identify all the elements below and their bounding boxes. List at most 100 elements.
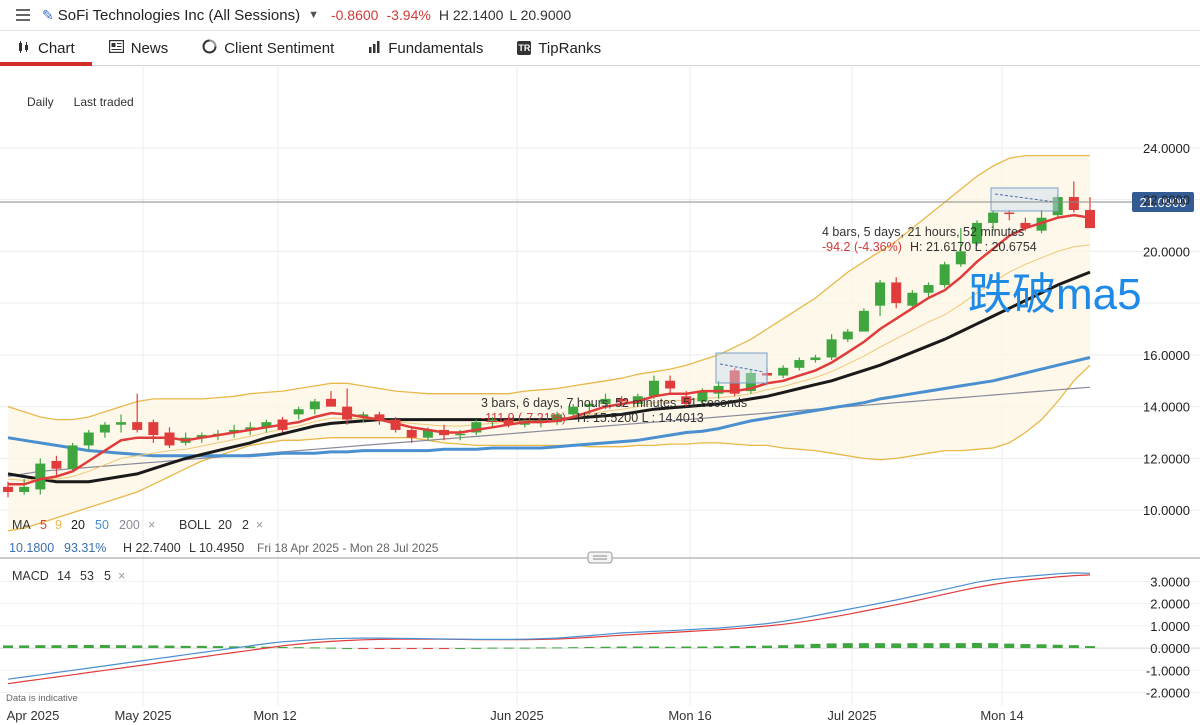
close-boll-icon[interactable]: × <box>256 518 263 532</box>
candle-body <box>842 331 853 340</box>
histogram-bar <box>406 648 417 650</box>
menu-icon[interactable] <box>16 6 30 24</box>
price-axis-tick: 16.0000 <box>1143 348 1190 363</box>
price-change: -0.8600 <box>330 7 379 23</box>
measure-2-duration: 4 bars, 5 days, 21 hours, 52 minutes <box>822 225 1024 239</box>
tab-news[interactable]: News <box>92 31 186 65</box>
macd-axis-tick: -1.0000 <box>1146 663 1190 678</box>
histogram-bar <box>390 648 401 650</box>
ma20-period[interactable]: 20 <box>71 518 85 532</box>
tab-client-sentiment[interactable]: Client Sentiment <box>185 31 351 65</box>
candle-body <box>325 398 336 407</box>
pane-resize-handle[interactable] <box>587 551 613 564</box>
macd-axis: 3.0000 2.0000 1.0000 0.0000 -1.0000 -2.0000 <box>1146 574 1190 700</box>
histogram-bar <box>2 645 14 649</box>
time-axis-tick: Jun 2025 <box>490 708 544 723</box>
candle-body <box>2 486 14 493</box>
histogram-bar <box>891 643 902 649</box>
histogram-bar <box>939 643 950 649</box>
boll-label: BOLL <box>179 518 211 532</box>
histogram-bar <box>762 645 773 649</box>
candle-body <box>713 385 724 394</box>
time-axis-tick: Mon 16 <box>668 708 711 723</box>
candle-body <box>988 212 999 223</box>
time-axis-tick: Apr 2025 <box>7 708 60 723</box>
boll-period[interactable]: 20 <box>218 518 232 532</box>
measure-1-range: H: 15.5200 L : 14.4013 <box>577 411 704 425</box>
histogram-bar <box>988 643 999 649</box>
price-chart[interactable]: 21.0900 24.000022.000020.000016.000014.0… <box>0 66 1200 725</box>
histogram-bar <box>342 648 353 650</box>
close-macd-icon[interactable]: × <box>118 569 125 583</box>
ma5-period[interactable]: 5 <box>40 518 47 532</box>
price-axis-tick: 12.0000 <box>1143 451 1190 466</box>
histogram-bar <box>51 645 62 649</box>
histogram-bar <box>745 645 756 649</box>
candle-body <box>939 264 950 286</box>
measure-2-range: H: 21.6170 L : 20.6754 <box>910 240 1037 254</box>
candle-body <box>810 357 821 361</box>
histogram-bar <box>971 642 982 649</box>
macd-slow[interactable]: 53 <box>80 569 94 583</box>
tab-tipranks[interactable]: TR TipRanks <box>500 31 618 65</box>
tab-label: TipRanks <box>538 39 602 57</box>
tab-fundamentals[interactable]: Fundamentals <box>351 31 500 65</box>
candle-body <box>794 360 805 368</box>
macd-axis-tick: 1.0000 <box>1150 619 1190 634</box>
candle <box>35 458 46 495</box>
instrument-bar: ✎ SoFi Technologies Inc (All Sessions) ▼… <box>0 0 1200 31</box>
candle-body <box>1004 212 1015 215</box>
price-axis-tick: 24.0000 <box>1143 141 1190 156</box>
indicator-legend: MA 5 9 20 50 200 × BOLL 20 2 × 10.1800 9… <box>9 518 439 555</box>
histogram-bar <box>697 646 708 649</box>
candle-body <box>826 339 837 358</box>
chevron-down-icon[interactable]: ▼ <box>308 9 319 21</box>
candle-body <box>293 409 304 415</box>
tab-chart[interactable]: Chart <box>0 31 92 66</box>
candle-body <box>907 292 918 306</box>
price-axis-tick: 10.0000 <box>1143 503 1190 518</box>
candle-body <box>923 285 934 293</box>
macd-fast[interactable]: 14 <box>57 569 71 583</box>
histogram-bar <box>116 645 127 649</box>
histogram-bar <box>584 646 595 649</box>
candle-body <box>406 429 417 438</box>
candle-body <box>648 380 659 397</box>
histogram-bar <box>148 645 159 649</box>
candle-body <box>19 486 30 493</box>
measure-2-change: -94.2 (-4.36%) <box>822 240 902 254</box>
histogram-bar <box>778 645 789 649</box>
ma50-period[interactable]: 50 <box>95 518 109 532</box>
histogram-bar <box>535 647 546 649</box>
ma9-period[interactable]: 9 <box>55 518 62 532</box>
candle-body <box>35 463 46 490</box>
macd-signal[interactable]: 5 <box>104 569 111 583</box>
price-axis-tick: 14.0000 <box>1143 400 1190 415</box>
measure-box-2[interactable] <box>990 187 1059 212</box>
histogram-bar <box>503 647 514 649</box>
instrument-title[interactable]: SoFi Technologies Inc (All Sessions) <box>58 7 300 24</box>
histogram-bar <box>858 643 869 649</box>
histogram-bar <box>1052 644 1063 649</box>
macd-axis-tick: -2.0000 <box>1146 686 1190 701</box>
histogram-bar <box>955 643 966 649</box>
price-axis-tick: 20.0000 <box>1143 244 1190 259</box>
histogram-bar <box>729 646 740 649</box>
histogram-bar <box>277 646 288 649</box>
histogram-bar <box>826 643 837 649</box>
session-high: H 22.1400 <box>438 7 504 23</box>
histogram-bar <box>99 644 110 649</box>
boll-stddev[interactable]: 2 <box>242 518 249 532</box>
time-axis-tick: May 2025 <box>114 708 171 723</box>
edit-icon[interactable]: ✎ <box>42 7 54 24</box>
histogram-bar <box>552 647 563 649</box>
macd-signal-line <box>7 574 1091 685</box>
histogram-bar <box>1084 646 1096 649</box>
histogram-bar <box>842 643 853 649</box>
close-ma-icon[interactable]: × <box>148 518 155 532</box>
ma200-period[interactable]: 200 <box>119 518 140 532</box>
histogram-bar <box>713 646 724 649</box>
histogram-bar <box>19 645 30 649</box>
histogram-bar <box>875 643 886 649</box>
tab-label: News <box>130 39 169 57</box>
